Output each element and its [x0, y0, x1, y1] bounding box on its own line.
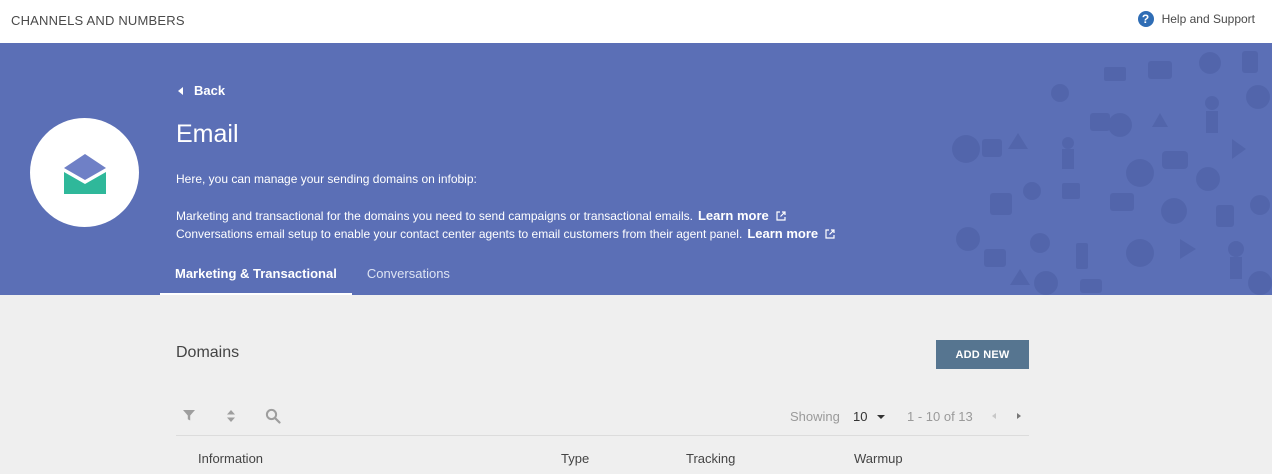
help-icon: ?: [1137, 11, 1154, 27]
showing-label: Showing: [790, 409, 840, 424]
help-label: Help and Support: [1161, 12, 1255, 26]
back-link[interactable]: Back: [178, 83, 225, 98]
pagination-range: 1 - 10 of 13: [907, 409, 973, 424]
top-bar: CHANNELS AND NUMBERS ? Help and Support: [0, 0, 1272, 43]
add-new-button[interactable]: ADD NEW: [936, 340, 1029, 369]
back-label: Back: [194, 83, 226, 98]
channel-tabs: Marketing & Transactional Conversations: [160, 258, 465, 295]
marketing-description: Marketing and transactional for the doma…: [176, 208, 786, 223]
learn-more-conversations-link[interactable]: Learn more: [747, 226, 818, 241]
external-link-icon: [776, 210, 786, 221]
domains-title: Domains: [176, 344, 240, 361]
marketing-description-text: Marketing and transactional for the doma…: [176, 208, 693, 223]
sort-icon[interactable]: [226, 409, 236, 423]
page-size-select[interactable]: 10: [853, 409, 886, 424]
search-icon[interactable]: [265, 408, 281, 424]
table-toolbar: Showing 10 1 - 10 of 13: [176, 404, 1029, 436]
channel-header: Back Email Here, you can manage your sen…: [0, 43, 1272, 295]
filter-icon[interactable]: [182, 408, 196, 422]
column-header-type[interactable]: Type: [561, 451, 589, 466]
external-link-icon: [825, 228, 835, 239]
tab-marketing-transactional[interactable]: Marketing & Transactional: [160, 258, 352, 295]
channel-intro: Here, you can manage your sending domain…: [176, 172, 477, 186]
conversations-description-text: Conversations email setup to enable your…: [176, 226, 743, 241]
back-arrow-icon: [178, 86, 183, 95]
column-header-information[interactable]: Information: [198, 451, 263, 466]
email-channel-avatar: [30, 118, 139, 227]
column-header-warmup[interactable]: Warmup: [854, 451, 903, 466]
envelope-icon: [63, 153, 106, 194]
next-page-icon[interactable]: [1017, 413, 1021, 419]
background-pattern: [952, 51, 1272, 295]
channel-title: Email: [176, 120, 239, 148]
previous-page-icon[interactable]: [992, 413, 996, 419]
conversations-description: Conversations email setup to enable your…: [176, 226, 835, 241]
chevron-down-icon: [877, 414, 886, 419]
page-section-title: CHANNELS AND NUMBERS: [11, 13, 185, 28]
column-header-tracking[interactable]: Tracking: [686, 451, 735, 466]
page-size-value: 10: [853, 409, 868, 424]
learn-more-marketing-link[interactable]: Learn more: [698, 208, 769, 223]
help-and-support-link[interactable]: ? Help and Support: [1137, 11, 1255, 27]
tab-conversations[interactable]: Conversations: [352, 258, 465, 295]
